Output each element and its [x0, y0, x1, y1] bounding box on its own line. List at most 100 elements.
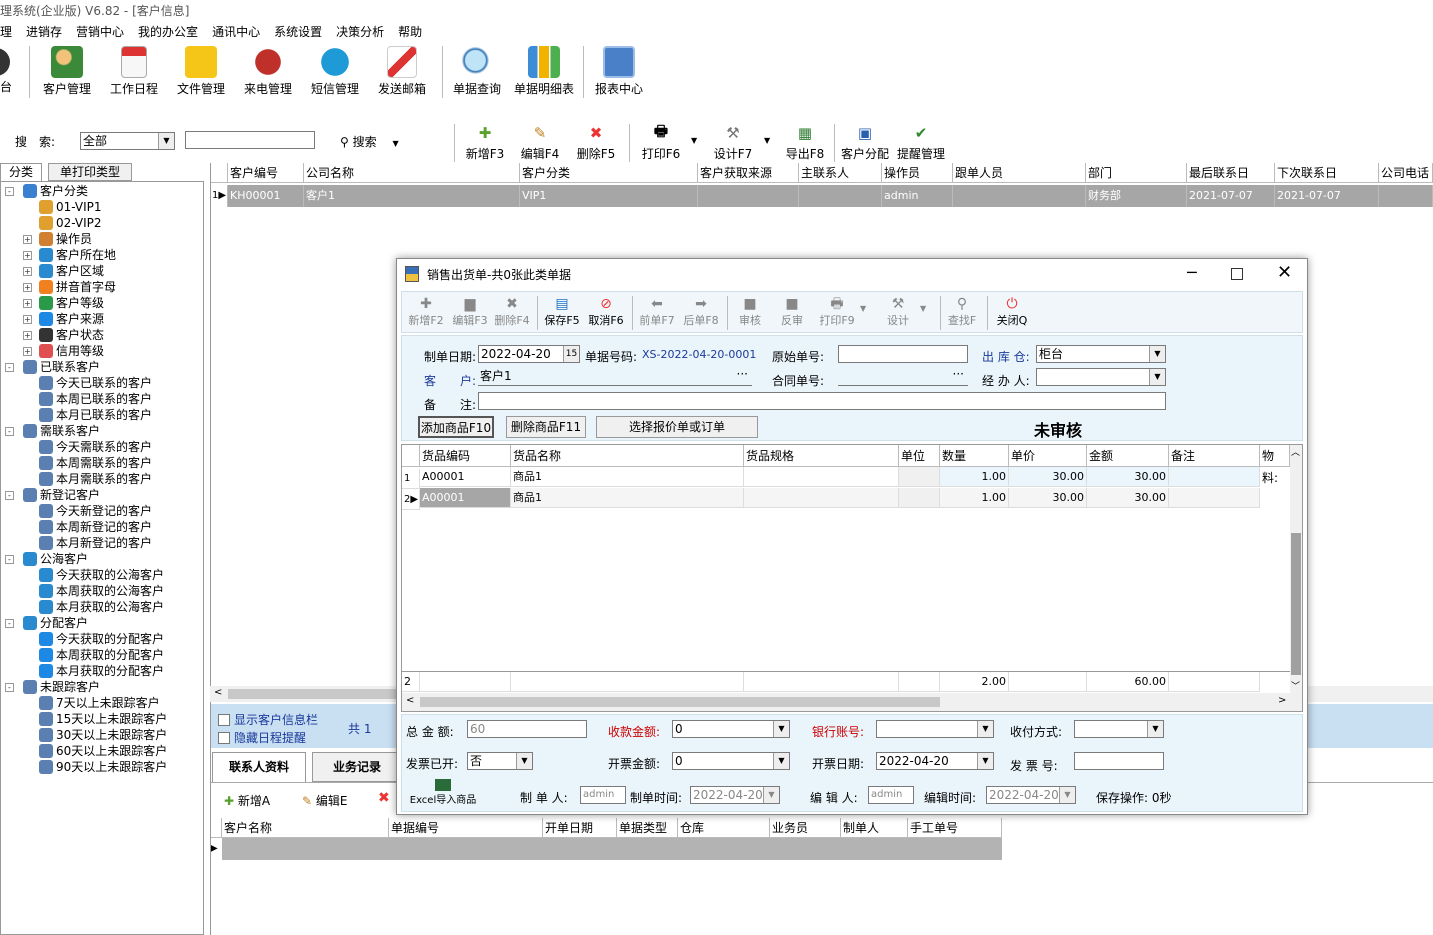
tab-business-records[interactable]: 业务记录 [312, 752, 402, 782]
column-header[interactable]: 客户名称 [222, 818, 389, 838]
chevron-down-icon[interactable]: ﹀ [1291, 679, 1300, 692]
table-row[interactable] [222, 838, 1002, 860]
audit-button[interactable]: ■ 审核 [732, 294, 768, 328]
tree-item[interactable]: + 客户所在地 [23, 247, 116, 263]
expand-icon[interactable]: + [23, 267, 32, 276]
excel-import-button[interactable]: Excel导入商品 [402, 779, 484, 806]
menu-item[interactable]: 系统设置 [267, 22, 329, 42]
tree-item[interactable]: - 分配客户 [5, 615, 88, 631]
search-input[interactable] [185, 131, 315, 149]
payment-select[interactable]: ▼ [1074, 720, 1164, 738]
table-row[interactable]: 1▶ KH00001 客户1 VIP1 admin 财务部 2021-07-07… [210, 185, 1433, 207]
toolbar-reports[interactable]: 报表中心 [590, 44, 648, 97]
cancel-button[interactable]: ⊘ 取消F6 [586, 294, 626, 328]
menu-item[interactable]: 通讯中心 [205, 22, 267, 42]
edit-time-select[interactable]: 2022-04-20 ▼ [986, 786, 1076, 804]
horizontal-scrollbar[interactable]: < > [402, 693, 1302, 711]
search-scope-select[interactable]: 全部 ▼ [80, 132, 175, 150]
tree-item[interactable]: 今天获取的分配客户 [25, 631, 164, 647]
tree-item[interactable]: 30天以上未跟踪客户 [25, 727, 167, 743]
toolbar-calls[interactable]: 来电管理 [237, 44, 299, 97]
contract-field[interactable]: ··· [838, 366, 968, 386]
tree-item[interactable]: 本月获取的分配客户 [25, 663, 164, 679]
column-header[interactable]: 客户获取来源 [698, 163, 799, 183]
column-header[interactable]: 跟单人员 [953, 163, 1086, 183]
add-goods-button[interactable]: 添加商品F10 [418, 416, 494, 438]
table-row[interactable]: 1 A00001 商品1 1.00 30.00 30.00 [402, 467, 1290, 489]
toolbar-doc-query[interactable]: 单据查询 [448, 44, 506, 97]
tree-item[interactable]: 本周需联系的客户 [25, 455, 152, 471]
delete-button[interactable]: ✖ 删除F4 [492, 294, 532, 328]
ellipsis-icon[interactable]: ··· [953, 366, 964, 382]
tree-item[interactable]: + 客户等级 [23, 295, 104, 311]
toolbar-schedule[interactable]: 工作日程 [103, 44, 165, 97]
column-header[interactable]: 金额 [1087, 445, 1169, 467]
column-header[interactable]: 货品规格 [744, 445, 899, 467]
column-header[interactable]: 货品编码 [420, 445, 511, 467]
tree-item[interactable]: 90天以上未跟踪客户 [25, 759, 167, 775]
orig-no-field[interactable] [838, 345, 968, 363]
tree-item[interactable]: + 客户状态 [23, 327, 104, 343]
arrow-left-icon[interactable]: < [214, 687, 222, 698]
collapse-icon[interactable]: - [5, 491, 14, 500]
tree-item[interactable]: + 操作员 [23, 231, 92, 247]
expand-icon[interactable]: + [23, 235, 32, 244]
tree-item[interactable]: 15天以上未跟踪客户 [25, 711, 167, 727]
edit-contact-button[interactable]: ✎ 编辑E [302, 792, 347, 809]
checkbox[interactable] [218, 713, 230, 726]
chevron-down-icon[interactable]: ▼ [860, 304, 866, 313]
make-time-select[interactable]: 2022-04-20 ▼ [690, 786, 780, 804]
toolbar-doc-detail[interactable]: 单据明细表 [510, 44, 578, 97]
tree-item[interactable]: - 客户分类 [5, 183, 88, 199]
handler-select[interactable]: ▼ [1036, 368, 1166, 386]
column-header[interactable]: 业务员 [770, 818, 841, 838]
chevron-down-icon[interactable]: ▼ [920, 304, 926, 313]
chevron-up-icon[interactable]: ︿ [1291, 445, 1300, 458]
tree-item[interactable]: 今天获取的公海客户 [25, 567, 164, 583]
maker-field[interactable]: admin [580, 786, 626, 804]
edit-button[interactable]: ✎ 编辑F4 [516, 124, 564, 162]
column-header[interactable]: 开单日期 [543, 818, 617, 838]
collapse-icon[interactable]: - [5, 363, 14, 372]
column-header[interactable]: 手工单号 [908, 818, 1002, 838]
column-header[interactable]: 主联系人 [799, 163, 882, 183]
find-button[interactable]: ⚲ 查找F [944, 294, 980, 328]
tree-item[interactable]: 7天以上未跟踪客户 [25, 695, 160, 711]
prev-button[interactable]: ⬅ 前单F7 [636, 294, 678, 328]
menu-item[interactable]: 决策分析 [329, 22, 391, 42]
tree-item[interactable]: 02-VIP2 [25, 215, 102, 231]
warehouse-select[interactable]: 柜台 ▼ [1036, 345, 1166, 363]
tree-item[interactable]: 本月已联系的客户 [25, 407, 152, 423]
hide-reminder-option[interactable]: 隐藏日程提醒 [218, 729, 306, 746]
tree-item[interactable]: 今天已联系的客户 [25, 375, 152, 391]
tree-item[interactable]: 本周新登记的客户 [25, 519, 152, 535]
column-header[interactable]: 货品名称 [511, 445, 744, 467]
tab-print-type[interactable]: 单打印类型 [48, 163, 132, 181]
table-row[interactable]: 2▶ A00001 商品1 1.00 30.00 30.00 [402, 488, 1290, 510]
toolbar-customer-mgmt[interactable]: 客户管理 [36, 44, 98, 97]
invoice-no-field[interactable] [1074, 752, 1164, 770]
invoiced-select[interactable]: 否 ▼ [467, 752, 533, 770]
unaudit-button[interactable]: ■ 反审 [774, 294, 810, 328]
customer-field[interactable]: 客户1 ··· [478, 367, 752, 386]
invoice-date-select[interactable]: 2022-04-20 ▼ [876, 752, 994, 770]
collapse-icon[interactable]: - [5, 683, 14, 692]
save-button[interactable]: ▤ 保存F5 [542, 294, 582, 328]
scrollbar-thumb[interactable] [1291, 533, 1301, 675]
add-contact-button[interactable]: ✚ 新增A [224, 792, 270, 809]
column-header[interactable]: 单价 [1009, 445, 1087, 467]
toolbar-email[interactable]: 发送邮箱 [371, 44, 433, 97]
tree-item[interactable]: 60天以上未跟踪客户 [25, 743, 167, 759]
design-button[interactable]: ⚒ 设计 [880, 294, 916, 328]
toolbar-desk[interactable]: 台 [0, 44, 12, 95]
tree-item[interactable]: 本周已联系的客户 [25, 391, 152, 407]
column-header[interactable]: 备注 [1169, 445, 1260, 467]
scrollbar-thumb[interactable] [420, 697, 940, 707]
select-quote-button[interactable]: 选择报价单或订单 [596, 416, 758, 438]
tree-item[interactable]: 本周获取的分配客户 [25, 647, 164, 663]
tree-item[interactable]: 今天需联系的客户 [25, 439, 152, 455]
date-field[interactable]: 2022-04-20 15 [478, 345, 580, 363]
column-header[interactable]: 制单人 [841, 818, 908, 838]
expand-icon[interactable]: + [23, 283, 32, 292]
chevron-right-icon[interactable]: > [1278, 695, 1286, 706]
